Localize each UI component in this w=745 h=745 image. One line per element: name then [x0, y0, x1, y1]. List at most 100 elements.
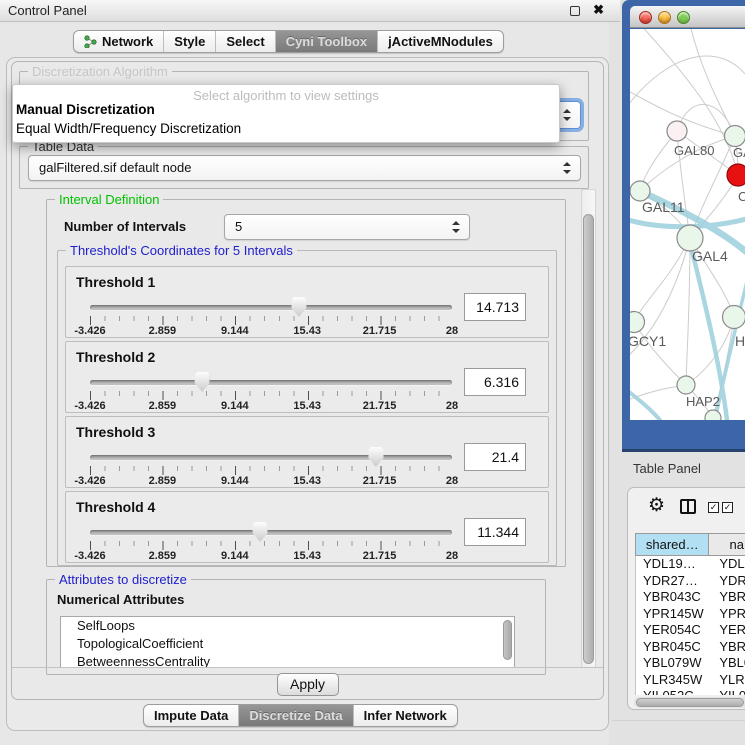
slider-thumb[interactable] [195, 372, 210, 392]
tab-jactivemnodules[interactable]: jActiveMNodules [378, 31, 503, 52]
window-close-traffic-light[interactable] [639, 11, 652, 24]
node-top-right[interactable] [725, 126, 745, 147]
dropdown-option-equal-width[interactable]: Equal Width/Frequency Discretization [16, 121, 241, 136]
table-row[interactable]: YLR345WYLR3 [636, 672, 745, 689]
tick-label: 28 [446, 400, 458, 412]
node-label-clipped: C [738, 189, 745, 204]
slider-track[interactable] [90, 455, 452, 460]
threshold-4-slider[interactable]: -3.426 2.859 9.144 15.43 21.715 28 [90, 522, 452, 562]
tick-label: 21.715 [363, 325, 397, 337]
threshold-2-slider[interactable]: -3.426 2.859 9.144 15.43 21.715 28 [90, 372, 452, 412]
tick-label: 15.43 [293, 400, 321, 412]
threshold-4-label: Threshold 4 [76, 499, 155, 515]
table-horizontal-scrollbar[interactable] [634, 697, 745, 708]
list-scrollbar[interactable] [503, 620, 512, 660]
slider-thumb[interactable] [291, 297, 306, 317]
tick-label: 2.859 [149, 400, 177, 412]
panel-title: Control Panel [8, 3, 87, 18]
node-gcy1[interactable] [630, 312, 645, 333]
close-icon[interactable]: ✖ [593, 2, 604, 18]
tab-infer-network[interactable]: Infer Network [354, 705, 457, 726]
cyni-subtabs: Impute Data Discretize Data Infer Networ… [143, 704, 458, 727]
slider-thumb[interactable] [368, 447, 383, 467]
column-header-name[interactable]: na [709, 534, 745, 555]
discretize-data-pane: Discretization Algorithm Table Data galF… [11, 61, 604, 700]
slider-track[interactable] [90, 530, 452, 535]
apply-button[interactable]: Apply [277, 673, 339, 696]
threshold-3-slider[interactable]: -3.426 2.859 9.144 15.43 21.715 28 [90, 447, 452, 487]
tab-cyni-toolbox[interactable]: Cyni Toolbox [276, 31, 378, 52]
checkbox-icon[interactable]: ✓ [708, 502, 719, 513]
split-columns-icon[interactable] [680, 499, 696, 514]
threshold-1-panel: Threshold 1 -3.426 2.859 9.144 15.43 21.… [65, 266, 549, 338]
number-of-intervals-combobox[interactable]: 5 [224, 214, 470, 240]
list-item[interactable]: SelfLoops [61, 617, 514, 635]
tick-label: 2.859 [149, 325, 177, 337]
table-row[interactable]: YDR27…YDR2 [636, 573, 745, 590]
column-header-shared-name[interactable]: shared… [636, 534, 709, 555]
threshold-1-slider[interactable]: -3.426 2.859 9.144 15.43 21.715 28 [90, 297, 452, 337]
table-panel-title: Table Panel [633, 461, 701, 476]
slider-track[interactable] [90, 380, 452, 385]
slider-thumb[interactable] [253, 522, 268, 542]
app-root: Control Panel ✖ Network Style Select Cyn… [0, 0, 745, 745]
node-label: GAL80 [674, 143, 714, 158]
number-of-intervals-value: 5 [235, 219, 242, 234]
network-window-titlebar[interactable] [630, 6, 745, 28]
table-row[interactable]: YPR145WYPR1 [636, 606, 745, 623]
table-row[interactable]: YIL052CYIL0 [636, 688, 745, 695]
attributes-group-title: Attributes to discretize [55, 572, 191, 587]
panel-scrollbar-thumb[interactable] [583, 214, 594, 664]
threshold-1-value-field[interactable]: 14.713 [464, 293, 526, 321]
node-hap2[interactable] [677, 376, 695, 394]
checkbox-icon[interactable]: ✓ [722, 502, 733, 513]
table-row[interactable]: YDL19…YDL1 [636, 556, 745, 573]
tick-label: 28 [446, 475, 458, 487]
float-window-icon[interactable] [570, 6, 580, 16]
threshold-3-value-field[interactable]: 21.4 [464, 443, 526, 471]
table-row[interactable]: YBR043CYBR0 [636, 589, 745, 606]
tick-label: 21.715 [363, 475, 397, 487]
network-view-window[interactable]: GAL80 GA C GAL11 GAL4 GCY1 H HAP2 [622, 0, 745, 452]
tick-label: 9.144 [221, 400, 249, 412]
slider-track[interactable] [90, 305, 452, 310]
threshold-4-value-field[interactable]: 11.344 [464, 518, 526, 546]
control-panel-tabs: Network Style Select Cyni Toolbox jActiv… [73, 30, 504, 53]
tick-label: 21.715 [363, 400, 397, 412]
tab-impute-data[interactable]: Impute Data [144, 705, 239, 726]
gear-icon[interactable]: ⚙ [648, 496, 665, 515]
combo-arrows-icon [563, 162, 571, 174]
tick-label: 28 [446, 550, 458, 562]
threshold-2-value-field[interactable]: 6.316 [464, 368, 526, 396]
table-data-combobox[interactable]: galFiltered.sif default node [28, 155, 581, 181]
tab-style[interactable]: Style [164, 31, 216, 52]
panel-scrollbar-track[interactable] [581, 189, 596, 668]
node-selected-red[interactable] [727, 164, 745, 186]
combo-arrows-icon [452, 221, 460, 233]
slider-ticks [90, 466, 453, 475]
numerical-attributes-label: Numerical Attributes [57, 592, 184, 607]
tab-network[interactable]: Network [74, 31, 164, 52]
table-row[interactable]: YBR045CYBR0 [636, 639, 745, 656]
tick-label: 2.859 [149, 475, 177, 487]
interval-definition-group: Interval Definition Number of Intervals … [46, 199, 566, 567]
node-bottom[interactable] [705, 410, 721, 420]
tick-label: -3.426 [74, 325, 105, 337]
tab-select[interactable]: Select [216, 31, 275, 52]
node-gal11[interactable] [630, 181, 650, 201]
window-zoom-traffic-light[interactable] [677, 11, 690, 24]
list-item[interactable]: BetweennessCentrality [61, 653, 514, 668]
node-label: GAL11 [642, 199, 685, 215]
attributes-list[interactable]: SelfLoops TopologicalCoefficient Between… [60, 616, 515, 668]
dropdown-option-manual[interactable]: Manual Discretization [16, 102, 155, 117]
table-row[interactable]: YBL079WYBL0 [636, 655, 745, 672]
network-canvas[interactable]: GAL80 GA C GAL11 GAL4 GCY1 H HAP2 [630, 29, 745, 420]
scrollbar-thumb[interactable] [636, 698, 744, 707]
node-gal80[interactable] [667, 121, 687, 141]
table-row[interactable]: YER054CYER0 [636, 622, 745, 639]
window-minimize-traffic-light[interactable] [658, 11, 671, 24]
node-right[interactable] [723, 306, 745, 329]
list-item[interactable]: TopologicalCoefficient [61, 635, 514, 653]
table-panel-card: ⚙ ✓ ✓ shared… na YDL19…YDL1 YDR27…YDR2 Y… [627, 487, 745, 710]
tab-discretize-data[interactable]: Discretize Data [239, 705, 353, 726]
